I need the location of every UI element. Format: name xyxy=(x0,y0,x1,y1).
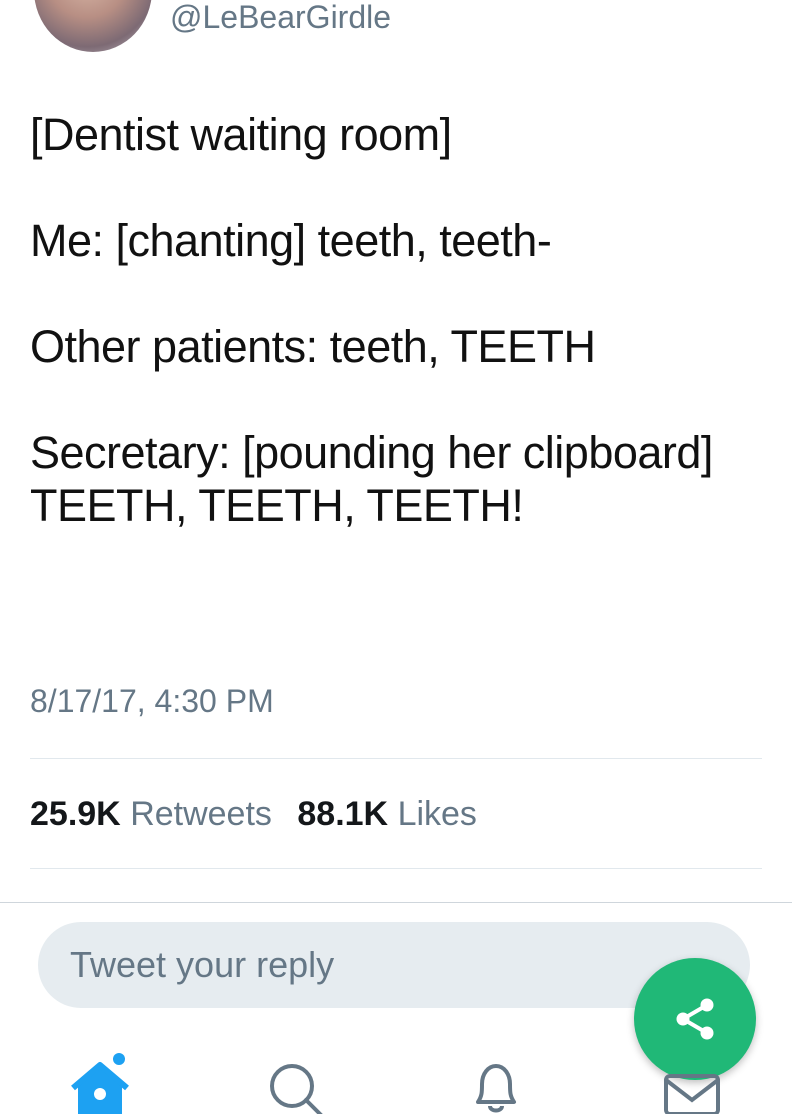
nav-home-tab[interactable] xyxy=(70,1050,130,1114)
share-button[interactable] xyxy=(634,958,756,1080)
likes-label[interactable]: Likes xyxy=(398,795,477,833)
tweet-text: [Dentist waiting room] Me: [chanting] te… xyxy=(30,108,760,532)
mail-icon xyxy=(664,1074,720,1114)
tweet-line: Other patients: teeth, TEETH xyxy=(30,321,596,372)
tweet-line: Secretary: [pounding her clipboard] TEET… xyxy=(30,427,713,531)
user-handle[interactable]: @LeBearGirdle xyxy=(170,0,391,34)
share-icon xyxy=(676,998,714,1040)
divider xyxy=(0,902,792,903)
tweet-stats: 25.9K Retweets 88.1K Likes xyxy=(30,795,477,834)
nav-messages-tab[interactable] xyxy=(662,1072,722,1114)
tweet-line: Me: [chanting] teeth, teeth- xyxy=(30,215,552,266)
avatar[interactable] xyxy=(34,0,152,52)
search-icon xyxy=(270,1064,323,1114)
likes-count[interactable]: 88.1K xyxy=(297,795,388,833)
bell-icon xyxy=(476,1064,516,1113)
divider xyxy=(30,868,762,869)
tweet-line: [Dentist waiting room] xyxy=(30,109,452,160)
nav-notifications-tab[interactable] xyxy=(468,1058,524,1114)
retweets-label[interactable]: Retweets xyxy=(130,795,272,833)
tweet-timestamp: 8/17/17, 4:30 PM xyxy=(30,683,274,719)
divider xyxy=(30,758,762,759)
nav-search-tab[interactable] xyxy=(266,1060,326,1114)
retweets-count[interactable]: 25.9K xyxy=(30,795,121,833)
home-icon xyxy=(71,1053,129,1114)
reply-placeholder: Tweet your reply xyxy=(70,944,335,985)
